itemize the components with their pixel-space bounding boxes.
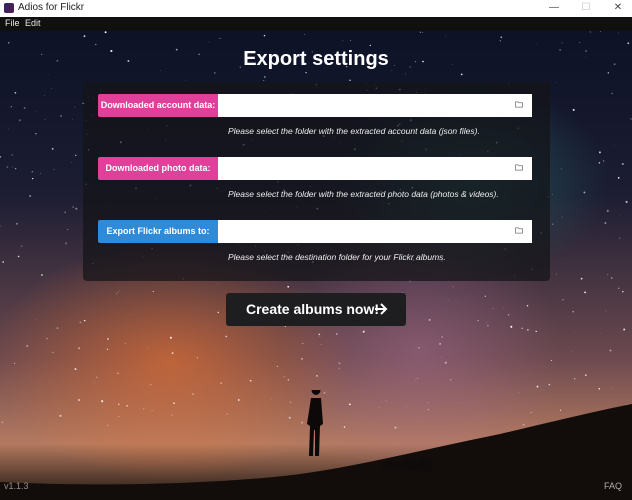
create-albums-button[interactable]: Create albums now! [226,293,406,326]
settings-panel: Downloaded account data: Please select t… [83,82,550,281]
folder-open-icon[interactable] [515,227,524,234]
minimize-button[interactable]: — [540,0,568,17]
account-data-input[interactable] [218,94,532,117]
title-bar: Adios for Flickr — ☐ ✕ [0,0,632,18]
silhouette-landscape [0,390,632,500]
window-title: Adios for Flickr [18,2,85,13]
menu-bar: File Edit [0,17,632,31]
arrow-right-icon [375,303,388,315]
photo-data-input[interactable] [218,157,532,180]
app-logo-icon [4,3,14,13]
photo-data-label: Downloaded photo data: [98,157,218,180]
photo-data-hint: Please select the folder with the extrac… [228,189,499,199]
folder-open-icon[interactable] [515,101,524,108]
account-data-label: Downloaded account data: [98,94,218,117]
photo-data-field: Downloaded photo data: [98,157,532,180]
page-title: Export settings [243,48,389,70]
create-albums-label: Create albums now! [246,301,380,317]
account-data-hint: Please select the folder with the extrac… [228,126,480,136]
export-destination-hint: Please select the destination folder for… [228,252,446,262]
close-button[interactable]: ✕ [604,0,632,17]
account-data-field: Downloaded account data: [98,94,532,117]
faq-link[interactable]: FAQ [604,481,622,491]
export-destination-label: Export Flickr albums to: [98,220,218,243]
export-destination-field: Export Flickr albums to: [98,220,532,243]
menu-edit[interactable]: Edit [25,18,41,28]
menu-file[interactable]: File [5,18,20,28]
maximize-button[interactable]: ☐ [572,0,600,17]
export-destination-input[interactable] [218,220,532,243]
folder-open-icon[interactable] [515,164,524,171]
version-label: v1.1.3 [4,481,29,491]
